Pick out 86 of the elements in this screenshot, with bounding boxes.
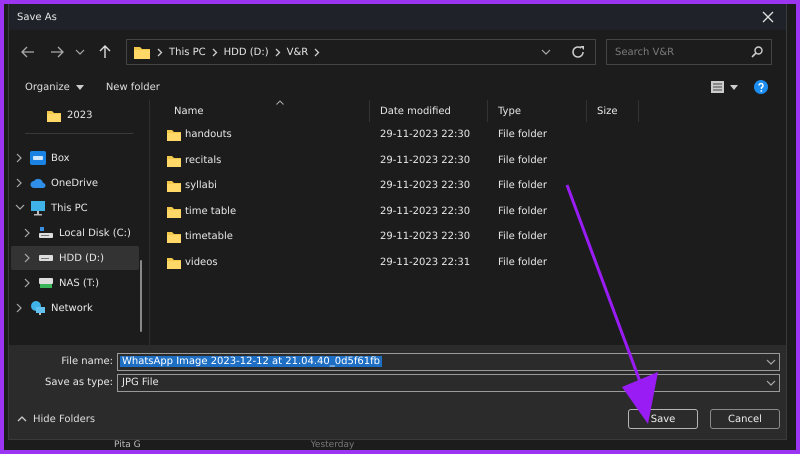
breadcrumb[interactable]: V&R bbox=[286, 46, 308, 58]
caret-icon bbox=[76, 84, 84, 90]
scrollbar-thumb[interactable] bbox=[140, 260, 142, 332]
breadcrumb[interactable]: This PC bbox=[169, 46, 206, 58]
organize-menu-button[interactable]: Organize bbox=[19, 80, 90, 94]
refresh-icon[interactable] bbox=[571, 45, 585, 59]
folder-icon bbox=[166, 229, 182, 244]
hide-folders-button[interactable]: Hide Folders bbox=[9, 412, 102, 426]
column-header[interactable]: Name bbox=[150, 100, 370, 122]
forward-arrow-icon[interactable] bbox=[50, 46, 64, 58]
chevron-right-icon[interactable] bbox=[212, 48, 218, 56]
drive-icon bbox=[38, 226, 54, 240]
search-icon[interactable] bbox=[751, 46, 763, 58]
file-row-name[interactable]: time table bbox=[150, 204, 370, 219]
file-row-name[interactable]: syllabi bbox=[150, 178, 370, 194]
file-row-name[interactable]: videos bbox=[150, 254, 370, 270]
cancel-button[interactable]: Cancel bbox=[710, 409, 780, 429]
caret-up-icon bbox=[17, 415, 27, 423]
sidebar-item[interactable]: Network bbox=[11, 296, 139, 320]
file-name: syllabi bbox=[185, 180, 217, 192]
file-row-name[interactable]: recitals bbox=[150, 152, 370, 168]
file-row-name[interactable]: timetable bbox=[150, 229, 370, 244]
network-drive-icon bbox=[38, 276, 54, 290]
column-header[interactable]: Size bbox=[587, 100, 639, 122]
sidebar-item[interactable]: Local Disk (C:) bbox=[11, 221, 139, 245]
table-cell-text: 29-11-2023 22:30 bbox=[379, 154, 472, 166]
sidebar-item[interactable]: Box bbox=[11, 146, 139, 170]
file-row-name[interactable]: handouts bbox=[150, 127, 370, 142]
table-cell-text: 29-11-2023 22:31 bbox=[379, 256, 472, 268]
chevron-right-icon[interactable] bbox=[274, 48, 281, 56]
window-title: Save As bbox=[17, 12, 57, 22]
folder-icon bbox=[166, 127, 182, 142]
sidebar-item[interactable]: OneDrive bbox=[11, 171, 139, 195]
help-icon[interactable] bbox=[754, 80, 768, 94]
table-cell-text: File folder bbox=[497, 231, 548, 242]
file-name: timetable bbox=[185, 231, 233, 242]
dropdown-caret-icon[interactable] bbox=[766, 358, 776, 366]
sidebar-item[interactable]: 2023 bbox=[11, 103, 139, 127]
save-button[interactable]: Save bbox=[628, 409, 698, 429]
column-header[interactable]: Type bbox=[488, 100, 587, 122]
table-cell-text: File folder bbox=[497, 154, 548, 166]
message-time: Yesterday bbox=[310, 440, 354, 450]
back-arrow-icon[interactable] bbox=[21, 46, 35, 58]
dropdown-caret-icon[interactable] bbox=[541, 48, 551, 56]
contact-name: Pita G bbox=[114, 440, 141, 450]
sidebar-item[interactable]: This PC bbox=[11, 196, 139, 220]
up-arrow-icon[interactable] bbox=[99, 45, 111, 59]
file-name: handouts bbox=[185, 129, 232, 140]
file-name: videos bbox=[185, 256, 218, 268]
sort-caret-icon bbox=[276, 100, 284, 105]
table-cell-text: 29-11-2023 22:30 bbox=[379, 129, 472, 140]
new-folder-button[interactable]: New folder bbox=[100, 80, 166, 94]
cloud-icon bbox=[30, 177, 46, 189]
folder-icon bbox=[133, 44, 151, 60]
table-cell-text: 29-11-2023 22:30 bbox=[379, 231, 472, 242]
box-icon bbox=[30, 150, 46, 166]
folder-icon bbox=[166, 178, 182, 194]
sidebar-item[interactable]: HDD (D:) bbox=[11, 246, 139, 270]
drive-icon bbox=[38, 253, 54, 263]
address-bar[interactable]: This PC HDD (D:) V&R bbox=[126, 39, 596, 65]
chevron-right-icon[interactable] bbox=[157, 48, 163, 56]
file-name: time table bbox=[185, 206, 236, 217]
recent-caret-icon[interactable] bbox=[75, 48, 85, 56]
field-label: File name: bbox=[60, 356, 114, 367]
table-cell-text: File folder bbox=[497, 206, 548, 217]
table-cell-text: File folder bbox=[497, 129, 548, 140]
dropdown-caret-icon[interactable] bbox=[766, 378, 776, 386]
monitor-icon bbox=[30, 200, 46, 216]
close-icon[interactable] bbox=[762, 11, 774, 23]
list-view-icon bbox=[711, 81, 724, 93]
chevron-right-icon[interactable] bbox=[314, 48, 320, 56]
network-icon bbox=[30, 300, 46, 316]
table-cell-text: File folder bbox=[497, 180, 548, 192]
breadcrumb[interactable]: HDD (D:) bbox=[224, 46, 269, 58]
column-header[interactable]: Date modified bbox=[370, 100, 488, 122]
file-type-dropdown[interactable]: JPG File bbox=[117, 374, 780, 392]
file-name: recitals bbox=[185, 154, 222, 166]
table-cell-text: 29-11-2023 22:30 bbox=[379, 180, 472, 192]
search-placeholder: Search V&R bbox=[615, 46, 674, 58]
search-field[interactable]: Search V&R bbox=[606, 39, 772, 65]
file-name-field[interactable]: WhatsApp Image 2023-12-12 at 21.04.40_0d5f61fb bbox=[117, 352, 780, 370]
caret-icon bbox=[730, 84, 738, 90]
table-cell-text: File folder bbox=[497, 256, 548, 268]
sidebar-item[interactable]: NAS (T:) bbox=[11, 271, 139, 295]
field-label: Save as type: bbox=[44, 377, 114, 388]
table-cell-text: 29-11-2023 22:30 bbox=[379, 206, 472, 217]
